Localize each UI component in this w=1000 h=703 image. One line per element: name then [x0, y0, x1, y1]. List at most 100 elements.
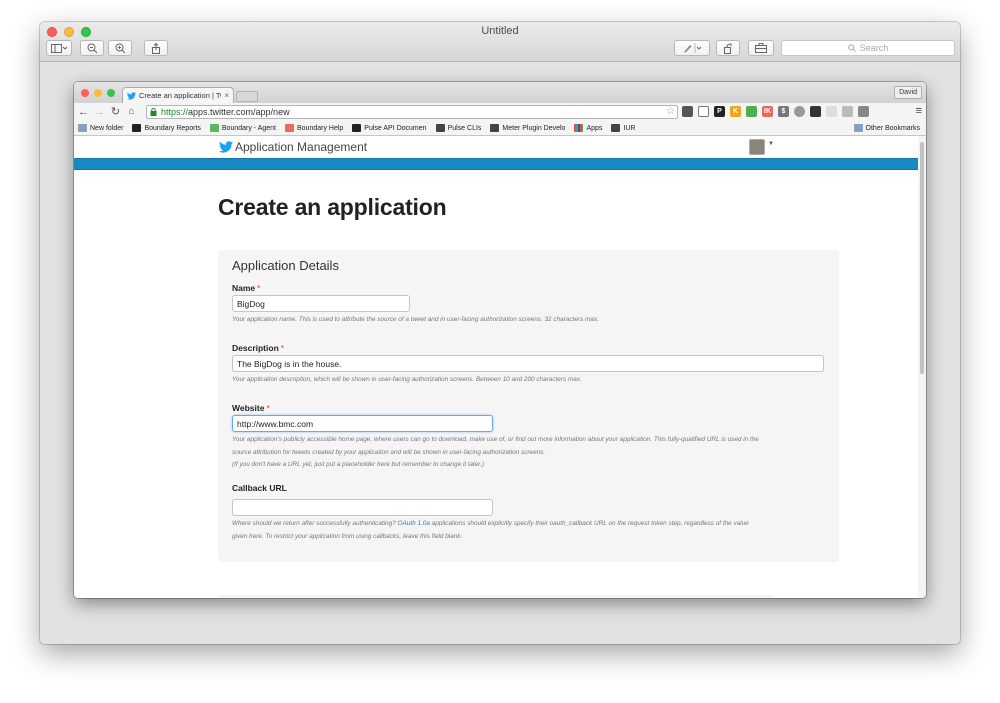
bookmark-boundary-reports[interactable]: Boundary Reports — [132, 124, 201, 132]
twitter-bird-icon — [127, 91, 136, 100]
callback-help: Where should we return after successfull… — [232, 518, 749, 543]
share-extension-icon[interactable] — [826, 106, 837, 117]
website-help-line: source attribution for tweets created by… — [232, 448, 546, 456]
callback-help-line: given here. To restrict your application… — [232, 532, 463, 540]
website-help-line: Your application's publicly accessible h… — [232, 436, 759, 443]
bot-extension-icon[interactable] — [858, 106, 869, 117]
caret-down-icon[interactable]: ▼ — [768, 141, 774, 147]
extension-puzzle-icon[interactable] — [682, 106, 693, 117]
extension-icons: P K IK $ — [682, 106, 869, 117]
keep-icon[interactable]: K — [730, 106, 741, 117]
bookmark-new-folder[interactable]: New folder — [78, 124, 123, 132]
website-label: Website * — [232, 403, 270, 413]
preview-titlebar: Untitled Search — [40, 22, 960, 62]
browser-tab-active[interactable]: Create an application | Twi × — [122, 87, 234, 103]
name-label-text: Name — [232, 283, 256, 293]
reload-icon[interactable]: ↻ — [109, 106, 122, 118]
toolbox-icon — [755, 43, 767, 53]
sidebar-icon — [51, 43, 67, 53]
required-marker: * — [266, 403, 270, 413]
description-help: Your application description, which will… — [232, 376, 582, 383]
avatar[interactable] — [749, 139, 765, 155]
zoom-in-button[interactable] — [108, 40, 132, 56]
rss-icon[interactable] — [842, 106, 853, 117]
markup-button[interactable] — [674, 40, 710, 56]
home-icon[interactable]: ⌂ — [125, 106, 138, 118]
doc-icon — [435, 124, 445, 132]
ik-extension-icon[interactable]: IK — [762, 106, 773, 117]
cloud-icon[interactable] — [794, 106, 805, 117]
cast-icon[interactable] — [698, 106, 709, 117]
boundary-icon — [352, 124, 362, 132]
twitter-bird-icon — [219, 141, 233, 153]
browser-zoom-button[interactable] — [107, 89, 115, 97]
bookmark-boundary-help[interactable]: Boundary Help — [284, 124, 343, 132]
url-scheme: https:// — [161, 107, 189, 117]
scrollbar-thumb[interactable] — [920, 142, 924, 374]
tab-title: Create an application | Twi — [139, 91, 222, 100]
pinterest-p-icon[interactable]: P — [714, 106, 725, 117]
lock-icon — [150, 108, 157, 116]
website-field[interactable] — [232, 415, 493, 432]
bookmark-label: New folder — [90, 124, 124, 132]
back-arrow-icon[interactable]: ← — [77, 106, 90, 118]
bookmark-meter-plugin[interactable]: Meter Plugin Develo — [490, 124, 565, 132]
zoom-out-button[interactable] — [80, 40, 104, 56]
boundary-agent-icon — [209, 124, 219, 132]
window-title: Untitled — [481, 25, 519, 37]
bookmark-apps[interactable]: Apps — [574, 124, 602, 132]
other-bookmarks[interactable]: Other Bookmarks — [853, 124, 920, 132]
bookmark-iur[interactable]: IUR — [611, 124, 635, 132]
browser-minimize-button[interactable] — [94, 89, 102, 97]
name-help: Your application name. This is used to a… — [232, 316, 599, 323]
folder-icon — [853, 124, 863, 132]
doc-icon — [611, 124, 621, 132]
forward-arrow-icon[interactable]: → — [93, 106, 106, 118]
pen-icon — [684, 43, 702, 53]
bookmark-star-icon[interactable]: ☆ — [666, 106, 675, 118]
bookmark-label: Pulse CLIs — [447, 124, 482, 132]
app-brand-title: Application Management — [235, 140, 368, 154]
apps-grid-icon — [574, 124, 584, 132]
zoom-in-icon — [115, 43, 125, 53]
folder-icon — [78, 124, 87, 132]
web-page: Application Management ▼ Create an appli… — [74, 136, 918, 598]
address-bar[interactable]: https://apps.twitter.com/app/new ☆ — [146, 105, 678, 119]
toolbar-search-field[interactable]: Search — [781, 40, 955, 56]
tab-close-icon[interactable]: × — [224, 91, 229, 100]
callback-help-line: Where should we return after successfull… — [232, 518, 749, 531]
sidebar-toggle-button[interactable] — [46, 40, 72, 56]
name-field[interactable] — [232, 295, 410, 312]
profile-button[interactable]: David — [894, 86, 922, 99]
section-title: Application Details — [232, 258, 339, 273]
square-extension-icon[interactable] — [810, 106, 821, 117]
bookmark-pulse-clis[interactable]: Pulse CLIs — [435, 124, 482, 132]
website-label-text: Website — [232, 403, 265, 413]
arrow-up-extension-icon[interactable] — [746, 106, 757, 117]
page-scrollbar[interactable] — [918, 136, 926, 598]
other-bookmarks-label: Other Bookmarks — [865, 124, 920, 132]
share-button[interactable] — [144, 40, 168, 56]
browser-window: Create an application | Twi × David ← → … — [74, 82, 926, 598]
dollar-extension-icon[interactable]: $ — [778, 106, 789, 117]
required-marker: * — [257, 283, 261, 293]
browser-tab-strip: Create an application | Twi × David — [74, 82, 926, 103]
bookmark-boundary-agent[interactable]: Boundary - Agent — [209, 124, 276, 132]
rotate-button[interactable] — [716, 40, 740, 56]
zoom-out-icon — [87, 43, 97, 53]
search-icon — [847, 44, 856, 52]
callback-help-text: Where should we return after successfull… — [232, 520, 396, 527]
toolbox-button[interactable] — [748, 40, 774, 56]
browser-close-button[interactable] — [81, 89, 89, 97]
share-icon — [152, 42, 160, 54]
callback-url-field[interactable] — [232, 499, 493, 516]
bookmark-pulse-api[interactable]: Pulse API Documen — [352, 124, 427, 132]
hamburger-menu-icon[interactable]: ≡ — [916, 105, 922, 117]
oauth-link[interactable]: OAuth 1.0a — [398, 520, 430, 527]
description-field[interactable] — [232, 355, 824, 372]
browser-window-controls — [81, 89, 115, 97]
app-brand-link[interactable]: Application Management — [219, 140, 367, 154]
app-header: Application Management ▼ — [74, 136, 918, 158]
new-tab-button[interactable] — [236, 91, 258, 102]
bookmark-label: Boundary - Agent — [221, 124, 276, 132]
